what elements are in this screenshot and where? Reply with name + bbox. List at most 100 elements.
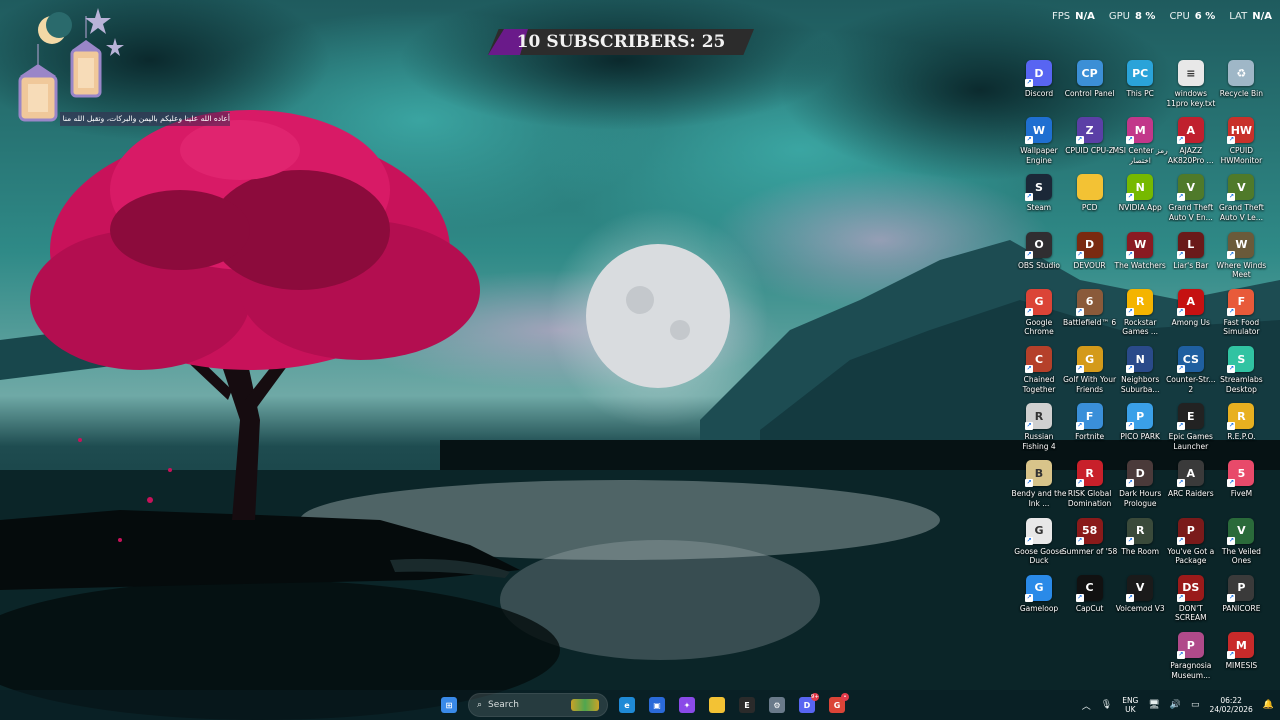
desktop-shortcut[interactable]: A ↗ AJAZZ AK820Pro ... <box>1164 117 1218 173</box>
epic-button[interactable]: E <box>734 692 760 718</box>
desktop-shortcut[interactable]: HW ↗ CPUID HWMonitor <box>1214 117 1268 173</box>
golf-icon: G ↗ <box>1075 346 1103 373</box>
shortcut-arrow-icon: ↗ <box>1176 479 1185 488</box>
desktop-shortcut[interactable]: P ↗ PICO PARK <box>1113 403 1167 459</box>
volume-icon[interactable]: 🔊 <box>1170 700 1181 710</box>
desktop-shortcut[interactable]: D ↗ DEVOUR <box>1063 231 1117 288</box>
chained-together-icon: C ↗ <box>1025 346 1052 373</box>
start-button[interactable]: ⊞ <box>436 692 462 718</box>
language-indicator[interactable]: ENG UK <box>1122 696 1138 714</box>
fivem-icon: 5 ↗ <box>1227 460 1255 488</box>
desktop-shortcut[interactable]: R ↗ Russian Fishing 4 <box>1012 403 1066 459</box>
desktop-shortcut[interactable]: F ↗ Fast Food Simulator <box>1214 288 1268 345</box>
desktop-shortcut[interactable]: W ↗ Where Winds Meet <box>1214 231 1268 288</box>
desktop-shortcut-label: Epic Games Launcher <box>1168 432 1213 451</box>
desktop-shortcut[interactable]: C ↗ CapCut <box>1063 574 1117 631</box>
notification-icon[interactable]: 🔔 <box>1263 700 1274 710</box>
desktop-shortcut[interactable]: 58 ↗ Summer of '58 <box>1062 517 1117 574</box>
desktop-shortcut[interactable]: D ↗ Discord <box>1012 60 1066 116</box>
clock-date: 24/02/2026 <box>1209 705 1253 714</box>
desktop-shortcut[interactable]: G ↗ Golf With Your Friends <box>1063 346 1117 402</box>
desktop-shortcut[interactable]: R ↗ R.E.P.O. <box>1214 403 1268 459</box>
desktop-shortcut[interactable]: W ↗ The Watchers <box>1113 231 1167 288</box>
desktop-shortcut[interactable]: Z ↗ CPUID CPU-Z <box>1063 117 1117 173</box>
taskbar-search-box[interactable]: ⌕ Search <box>468 693 608 717</box>
shortcut-arrow-icon: ↗ <box>1025 307 1033 316</box>
desktop-shortcut[interactable]: ♻ Recycle Bin <box>1214 60 1268 116</box>
desktop-shortcut[interactable]: CP Control Panel <box>1063 60 1117 116</box>
file-explorer-button[interactable] <box>704 692 730 718</box>
desktop-shortcut[interactable]: P ↗ You've Got a Package <box>1164 517 1218 574</box>
desktop-shortcut[interactable]: L ↗ Liar's Bar <box>1164 231 1218 288</box>
desktop-shortcut[interactable]: R ↗ Rockstar Games ... <box>1113 288 1167 345</box>
shortcut-arrow-icon: ↗ <box>1075 422 1084 431</box>
desktop-shortcut[interactable]: R ↗ The Room <box>1113 517 1167 574</box>
desktop-shortcut[interactable]: A ↗ ARC Raiders <box>1164 460 1218 516</box>
desktop-shortcut[interactable]: P ↗ Paragnosia Museum... <box>1164 632 1218 688</box>
clock[interactable]: 06:22 24/02/2026 <box>1210 696 1253 714</box>
desktop-shortcut[interactable]: DS ↗ DON'T SCREAM <box>1164 574 1218 631</box>
windows-start-icon: ⊞ <box>441 697 457 713</box>
chevron-up-icon[interactable]: ︿ <box>1082 699 1091 712</box>
chrome-button[interactable]: G • <box>824 692 850 718</box>
desktop-shortcut-label: Among Us <box>1171 317 1210 327</box>
desktop-shortcut[interactable]: CS ↗ Counter-Str... 2 <box>1164 346 1218 402</box>
desktop-shortcut[interactable]: N ↗ Neighbors Suburba... <box>1113 346 1167 402</box>
desktop-shortcut[interactable]: E ↗ Epic Games Launcher <box>1164 403 1218 459</box>
desktop-shortcut[interactable]: ≡ windows 11pro key.txt <box>1164 60 1218 116</box>
desktop-shortcut[interactable]: 5 ↗ FiveM <box>1214 460 1268 516</box>
perf-gpu: GPU 8 % <box>1109 11 1156 27</box>
desktop-shortcut[interactable]: 6 ↗ Battlefield™ 6 <box>1063 288 1117 345</box>
desktop-shortcut[interactable]: V ↗ The Veiled Ones <box>1214 517 1268 574</box>
desktop-shortcut[interactable]: M ↗ MSI Center رمز اختصار <box>1113 117 1168 173</box>
network-icon[interactable]: 🖥 <box>1148 700 1159 710</box>
shortcut-arrow-icon: ↗ <box>1025 79 1033 87</box>
summer-58-icon: 58 ↗ <box>1075 517 1103 545</box>
desktop-shortcut[interactable]: G ↗ Gameloop <box>1012 574 1066 631</box>
desktop-shortcut[interactable]: PCD <box>1063 174 1117 230</box>
desktop-shortcut[interactable]: A ↗ Among Us <box>1164 288 1218 345</box>
control-panel-icon: CP <box>1076 60 1103 86</box>
search-placeholder: Search <box>488 700 519 710</box>
copilot-icon: ✦ <box>679 697 695 713</box>
neighbors-icon: N ↗ <box>1126 346 1154 373</box>
perf-label: FPS <box>1051 11 1071 22</box>
desktop-shortcut[interactable]: C ↗ Chained Together <box>1012 346 1066 402</box>
store-button[interactable]: ▣ <box>644 692 670 718</box>
shortcut-arrow-icon: ↗ <box>1176 365 1185 373</box>
microphone-icon[interactable]: 🎙 <box>1101 700 1112 710</box>
desktop-shortcut-label: NVIDIA App <box>1118 203 1162 213</box>
desktop-shortcut-label: Steam <box>1026 203 1052 213</box>
desktop-shortcut[interactable]: V ↗ Grand Theft Auto V Le... <box>1214 174 1268 230</box>
copilot-button[interactable]: ✦ <box>674 692 700 718</box>
dont-scream-icon: DS ↗ <box>1176 574 1204 602</box>
desktop-shortcut[interactable]: V ↗ Voicemod V3 <box>1113 574 1167 631</box>
desktop-shortcut[interactable]: G ↗ Goose Goose Duck <box>1012 517 1066 574</box>
shortcut-arrow-icon: ↗ <box>1075 593 1084 602</box>
desktop-shortcut[interactable]: W ↗ Wallpaper Engine <box>1012 117 1066 173</box>
desktop-shortcut[interactable]: O ↗ OBS Studio <box>1012 231 1066 288</box>
desktop-shortcut[interactable]: S ↗ Streamlabs Desktop <box>1214 346 1268 402</box>
desktop-shortcut[interactable]: R ↗ RISK Global Domination <box>1063 460 1117 516</box>
discord-icon: D ↗ <box>1025 60 1052 87</box>
battery-icon[interactable]: ▭ <box>1191 700 1200 710</box>
steam-icon: S ↗ <box>1025 174 1052 202</box>
desktop-shortcut-label: Wallpaper Engine <box>1020 146 1058 165</box>
desktop-shortcut[interactable]: PC This PC <box>1113 60 1167 116</box>
shortcut-arrow-icon: ↗ <box>1126 536 1135 545</box>
desktop-shortcut[interactable]: P ↗ PANICORE <box>1214 574 1268 631</box>
perf-value: N/A <box>1252 11 1272 22</box>
desktop-shortcut-label: FiveM <box>1230 489 1253 499</box>
desktop-shortcut[interactable]: V ↗ Grand Theft Auto V En... <box>1164 174 1218 230</box>
desktop-shortcut[interactable]: M ↗ MIMESIS <box>1214 632 1268 688</box>
desktop-shortcut[interactable]: B ↗ Bendy and the Ink ... <box>1012 460 1066 516</box>
desktop-shortcut[interactable]: S ↗ Steam <box>1012 174 1066 230</box>
desktop-shortcut[interactable]: F ↗ Fortnite <box>1063 403 1117 459</box>
perf-label: CPU <box>1169 11 1190 22</box>
desktop-shortcut[interactable]: D ↗ Dark Hours Prologue <box>1113 460 1167 516</box>
desktop-shortcut[interactable]: N ↗ NVIDIA App <box>1113 174 1167 230</box>
discord-button[interactable]: D 9+ <box>794 692 820 718</box>
settings-button[interactable]: ⚙ <box>764 692 790 718</box>
edge-button[interactable]: e <box>614 692 640 718</box>
desktop-shortcut[interactable]: G ↗ Google Chrome <box>1012 288 1066 345</box>
